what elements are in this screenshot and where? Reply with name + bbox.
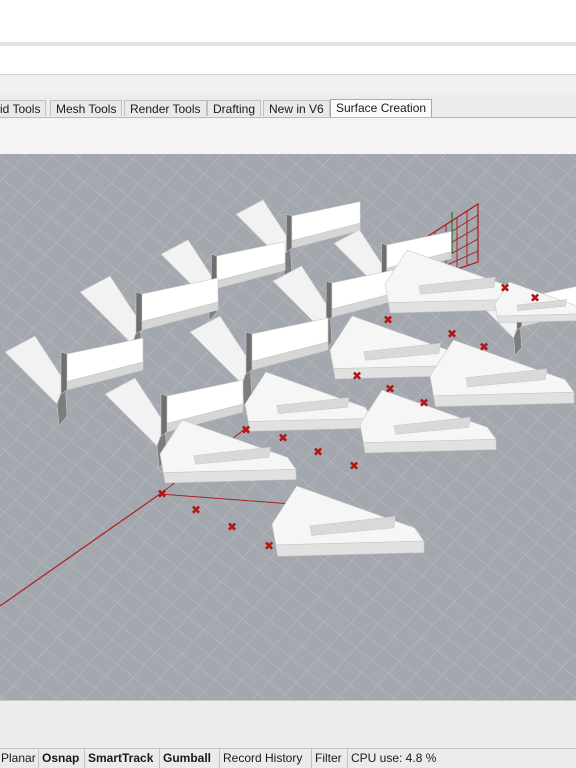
status-osnap[interactable]: Osnap bbox=[39, 749, 85, 768]
control-point-marker[interactable]: ✖ bbox=[227, 520, 237, 534]
control-point-marker[interactable]: ✖ bbox=[352, 369, 362, 383]
control-point-marker[interactable]: ✖ bbox=[385, 382, 395, 396]
chevron-panel[interactable] bbox=[4, 335, 144, 427]
control-point-marker[interactable]: ✖ bbox=[479, 340, 489, 354]
tab-render-tools[interactable]: Render Tools bbox=[124, 100, 207, 116]
control-point-marker[interactable]: ✖ bbox=[241, 423, 251, 437]
tab-drafting[interactable]: Drafting bbox=[207, 100, 262, 116]
chevron-panels[interactable] bbox=[4, 199, 576, 557]
status-bar: Planar Osnap SmartTrack Gumball Record H… bbox=[0, 748, 576, 768]
status-smarttrack[interactable]: SmartTrack bbox=[85, 749, 160, 768]
control-point-marker[interactable]: ✖ bbox=[313, 445, 323, 459]
command-line[interactable] bbox=[0, 46, 576, 75]
status-filter[interactable]: Filter bbox=[312, 749, 348, 768]
perspective-viewport[interactable]: ✖ ✖ ✖ ✖ ✖ ✖ ✖ ✖ ✖ ✖ ✖ ✖ ✖ ✖ ✖ ✖ bbox=[0, 154, 576, 700]
tab-surface-creation[interactable]: Surface Creation bbox=[330, 99, 433, 117]
separator bbox=[0, 75, 576, 95]
status-gumball[interactable]: Gumball bbox=[160, 749, 220, 768]
control-point-marker[interactable]: ✖ bbox=[383, 313, 393, 327]
title-area bbox=[0, 0, 576, 42]
toolbar-icon-area bbox=[0, 118, 576, 154]
control-point-marker[interactable]: ✖ bbox=[349, 459, 359, 473]
toolbar-tab-strip: id Tools Mesh Tools Render Tools Draftin… bbox=[0, 95, 576, 118]
status-record-history[interactable]: Record History bbox=[220, 749, 312, 768]
tab-mesh-tools[interactable]: Mesh Tools bbox=[50, 100, 123, 116]
status-cpu-usage: CPU use: 4.8 % bbox=[351, 751, 437, 765]
status-planar[interactable]: Planar bbox=[0, 749, 39, 768]
control-point-marker[interactable]: ✖ bbox=[278, 431, 288, 445]
tab-solid-tools[interactable]: id Tools bbox=[0, 100, 47, 116]
control-point-marker[interactable]: ✖ bbox=[447, 327, 457, 341]
control-point-marker[interactable]: ✖ bbox=[264, 539, 274, 553]
control-point-marker[interactable]: ✖ bbox=[419, 396, 429, 410]
control-point-marker[interactable]: ✖ bbox=[191, 503, 201, 517]
control-point-marker[interactable]: ✖ bbox=[530, 291, 540, 305]
tab-new-in-v6[interactable]: New in V6 bbox=[263, 100, 330, 116]
control-point-marker[interactable]: ✖ bbox=[500, 281, 510, 295]
control-point-marker[interactable]: ✖ bbox=[157, 487, 167, 501]
viewport-tabs-area bbox=[0, 700, 576, 749]
